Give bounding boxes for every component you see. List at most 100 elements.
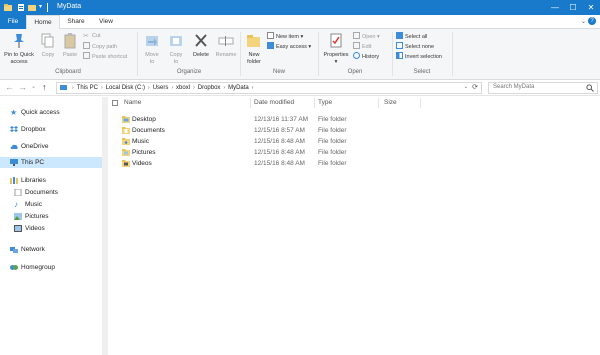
back-arrow-icon[interactable]: ← [5,82,14,93]
tab-share[interactable]: Share [60,15,92,29]
document-icon [14,189,22,196]
address-bar[interactable]: › This PC › Local Disk (C:) › Users › xboxl › Dro… [56,82,482,94]
minimize-button[interactable]: — [546,0,564,15]
invert-selection-button[interactable]: Invert selection [396,52,442,61]
breadcrumb-item[interactable]: MyData [228,85,249,91]
cut-button[interactable]: ✂ Cut [83,32,101,41]
tab-home[interactable]: Home [26,15,60,30]
select-none-button[interactable]: Select none [396,42,434,51]
rename-icon [218,36,234,46]
column-divider[interactable] [314,98,315,108]
properties-button[interactable]: Properties ▾ [321,32,351,66]
nav-item-dropbox[interactable]: Dropbox [0,124,102,135]
column-header-type[interactable]: Type [318,97,332,109]
chevron-right-icon[interactable]: › [72,85,74,91]
properties-icon[interactable] [17,3,25,12]
new-folder-button[interactable]: New folder [243,32,265,66]
copy-path-button[interactable]: Copy path [83,42,117,51]
tab-view[interactable]: View [92,15,120,29]
copy-to-button[interactable]: Copy to [165,32,187,66]
edit-button[interactable]: Edit [353,42,371,51]
paste-shortcut-button[interactable]: Paste shortcut [83,52,127,61]
forward-arrow-icon[interactable]: → [18,82,27,93]
column-header-name[interactable]: Name [124,97,141,109]
folder-icon [122,127,130,134]
column-divider[interactable] [420,98,421,108]
new-folder-label-2: folder [247,59,261,65]
properties-icon [330,33,342,48]
new-folder-icon[interactable] [28,3,36,12]
navigation-bar: ← → ⌄ ↑ › This PC › Local Disk (C:) › Users › x… [0,80,600,96]
easy-access-button[interactable]: Easy access ▾ [267,42,311,51]
nav-item-libraries[interactable]: Libraries [0,175,102,186]
history-label: History [362,54,380,60]
file-row[interactable]: Music 12/15/16 8:48 AM File folder [120,136,420,147]
close-button[interactable]: ✕ [582,0,600,15]
select-all-checkbox[interactable] [112,100,118,106]
maximize-button[interactable]: ☐ [564,0,582,15]
new-item-button[interactable]: New item ▾ [267,32,303,41]
file-row[interactable]: Videos 12/15/16 8:48 AM File folder [120,158,420,169]
folder-icon [122,116,130,123]
breadcrumb-item[interactable]: xboxl [176,85,190,91]
move-to-icon [146,36,158,46]
column-divider[interactable] [250,98,251,108]
chevron-right-icon[interactable]: › [223,85,225,91]
file-name: Documents [132,127,165,134]
nav-item-onedrive[interactable]: OneDrive [0,141,102,152]
select-none-label: Select none [405,44,435,50]
properties-label: Properties [323,52,349,58]
breadcrumb-item[interactable]: This PC [77,85,98,91]
computer-icon [10,159,18,166]
chevron-right-icon[interactable]: › [252,85,254,91]
refresh-icon[interactable]: ⟳ [472,83,478,91]
picture-icon [14,213,22,220]
history-button[interactable]: History [353,52,379,61]
paste-label: Paste [62,52,78,58]
expand-ribbon-icon[interactable]: ⌄ [581,18,586,25]
chevron-right-icon[interactable]: › [171,85,173,91]
column-header-size[interactable]: Size [384,97,397,109]
breadcrumb-item[interactable]: Local Disk (C:) [106,85,145,91]
help-icon[interactable]: ? [588,17,596,25]
breadcrumb-item[interactable]: Dropbox [198,85,221,91]
rename-button[interactable]: Rename [214,32,238,59]
file-name: Music [132,138,149,145]
move-to-label-1: Move [145,52,159,58]
nav-item-videos[interactable]: Videos [0,223,102,234]
column-divider[interactable] [378,98,379,108]
file-row[interactable]: Pictures 12/15/16 8:48 AM File folder [120,147,420,158]
chevron-right-icon[interactable]: › [148,85,150,91]
nav-item-this-pc[interactable]: This PC [0,157,102,168]
customize-toolbar-icon[interactable]: ▾ [39,3,47,12]
file-row[interactable]: Desktop 12/13/16 11:37 AM File folder [120,114,420,125]
recent-locations-chevron-icon[interactable]: ⌄ [31,82,36,93]
address-dropdown-icon[interactable]: ⌄ [464,84,468,90]
column-header-date-modified[interactable]: Date modified [254,97,294,109]
nav-item-pictures[interactable]: Pictures [0,211,102,222]
nav-item-homegroup[interactable]: Homegroup [0,262,102,273]
delete-button[interactable]: Delete [190,32,212,59]
file-row[interactable]: Documents 12/15/16 8:57 AM File folder [120,125,420,136]
chevron-right-icon[interactable]: › [101,85,103,91]
dropbox-icon [10,126,18,132]
move-to-button[interactable]: Move to [141,32,163,66]
copy-button[interactable]: Copy [39,32,57,59]
ribbon: Pin to Quick access Copy Paste ✂ Cut Copy… [0,29,600,80]
select-all-button[interactable]: Select all [396,32,427,41]
nav-item-documents[interactable]: Documents [0,187,102,198]
breadcrumb-item[interactable]: Users [153,85,169,91]
up-arrow-icon[interactable]: ↑ [42,82,47,93]
chevron-right-icon[interactable]: › [193,85,195,91]
paste-shortcut-label: Paste shortcut [92,54,128,60]
search-box[interactable]: Search MyData [488,82,598,94]
nav-item-quick-access[interactable]: ★ Quick access [0,107,102,118]
paste-button[interactable]: Paste [60,32,80,59]
nav-item-label: Music [25,201,42,208]
open-button[interactable]: Open ▾ [353,32,380,41]
pin-to-quick-access-button[interactable]: Pin to Quick access [2,32,36,66]
nav-item-music[interactable]: ♪ Music [0,199,102,210]
folder-icon [122,160,130,167]
tab-file[interactable]: File [0,15,26,29]
nav-item-network[interactable]: Network [0,244,102,255]
